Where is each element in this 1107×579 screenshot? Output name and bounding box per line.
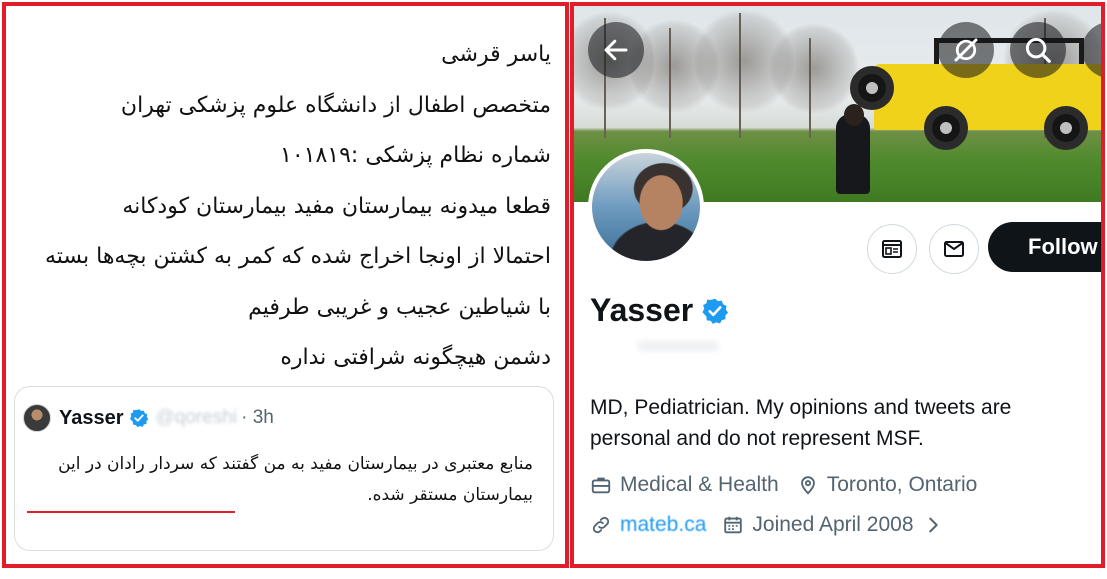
post-line: با شیاطین عجیب و غریبی طرفیم [248,294,551,320]
quoted-author-avatar[interactable] [23,404,51,432]
profile-joined-date: Joined April 2008 [752,513,914,536]
location-pin-icon [800,476,815,495]
post-text: یاسر قرشی متخصص اطفال از دانشگاه علوم پز… [6,30,551,384]
quoted-tweet-text: منابع معتبری در بیمارستان مفید به من گفت… [58,454,533,505]
back-button[interactable] [588,22,644,78]
search-icon [1025,37,1051,63]
quoted-tweet-time: · 3h [241,407,274,428]
quoted-tweet-card[interactable]: Yasser @qoreshi · 3h منابع معتبری در بیم… [14,386,554,551]
profile-handle-redacted [638,341,718,351]
search-button[interactable] [1010,22,1066,78]
hide-button[interactable] [938,22,994,78]
translated-post-panel: یاسر قرشی متخصص اطفال از دانشگاه علوم پز… [2,2,569,568]
banner-photographer [836,114,870,194]
banner-jeep-wheel [1044,106,1088,150]
banner-jeep-wheel [924,106,968,150]
profile-category[interactable]: Medical & Health [620,473,779,497]
follow-button[interactable]: Follow [988,222,1101,272]
profile-meta-row: Medical & Health Toronto, Ontario [590,473,977,497]
profile-name-row: Yasser [590,292,729,329]
profile-name: Yasser [590,292,694,328]
post-line: احتمالا از اونجا اخراج شده که کمر به کشت… [44,244,551,269]
quoted-tweet-header: Yasser @qoreshi · 3h [23,403,274,433]
verified-badge-icon[interactable] [701,297,729,325]
post-line: متخصص اطفال از دانشگاه علوم پزشکی تهران [120,92,551,118]
redaction-mark [27,511,235,513]
profile-location: Toronto, Ontario [826,473,978,496]
eye-slash-icon [954,38,978,62]
banner-photographer-head [844,104,864,126]
link-icon [592,516,610,534]
briefcase-icon [591,477,611,494]
post-line: دشمن هیچگونه شرافتی نداره [280,345,551,370]
chevron-right-icon[interactable] [922,514,944,536]
profile-avatar[interactable] [588,149,704,265]
verified-badge-icon [129,409,148,428]
subscribe-button[interactable] [867,224,917,274]
banner-tree-crown [769,21,859,116]
arrow-left-icon [604,39,628,61]
quoted-author-handle: @qoreshi [155,407,238,428]
newsletter-icon [882,240,902,258]
post-line: قطعا میدونه بیمارستان مفید بیمارستان کود… [122,193,551,219]
profile-panel: Follow Yasser MD, Pediatrician. My opini… [570,2,1105,568]
calendar-icon [724,516,743,534]
post-line: یاسر قرشی [441,42,551,67]
quoted-author-name[interactable]: Yasser [59,407,124,430]
mail-icon [944,241,964,257]
message-button[interactable] [929,224,979,274]
post-line: شماره نظام پزشکی :۱۰۱۸۱۹ [280,143,551,168]
website-redaction [620,533,700,539]
profile-bio: MD, Pediatrician. My opinions and tweets… [590,396,1012,450]
